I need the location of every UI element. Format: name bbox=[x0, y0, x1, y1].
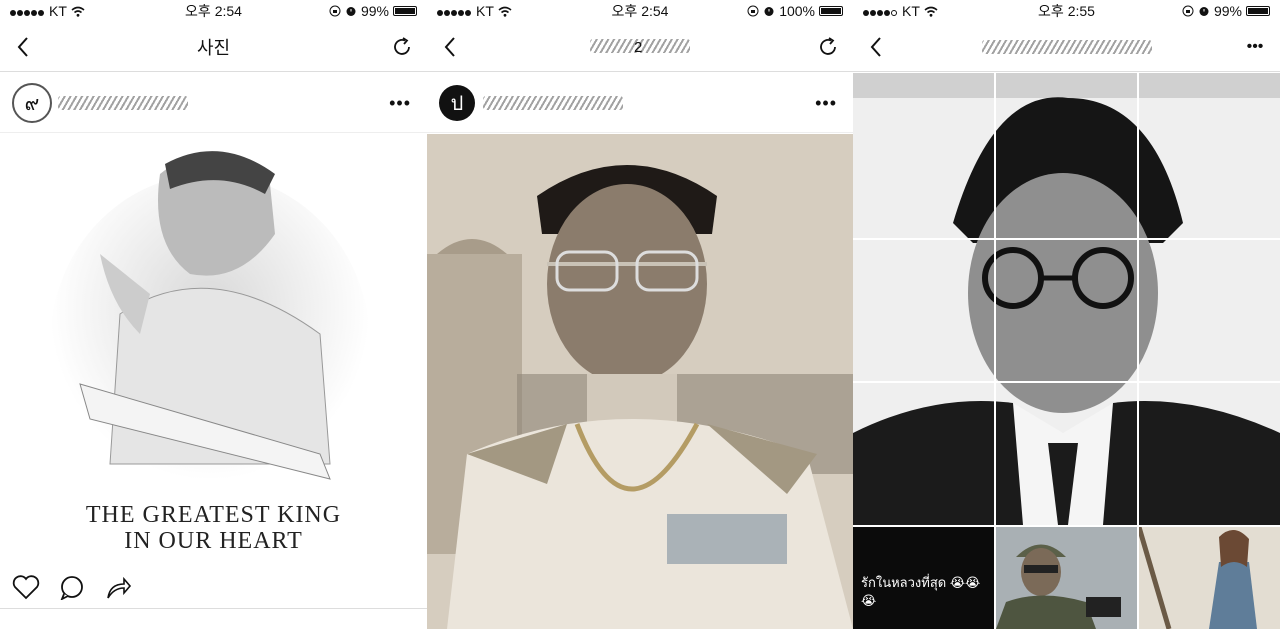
comment-icon[interactable] bbox=[58, 574, 86, 600]
more-icon: ••• bbox=[389, 93, 411, 113]
grid-thumb-3[interactable] bbox=[1139, 527, 1280, 629]
chevron-left-icon bbox=[444, 37, 455, 57]
rotation-lock-icon bbox=[747, 5, 759, 17]
nav-bar: 사진 bbox=[0, 22, 427, 72]
avatar[interactable]: ๙ bbox=[12, 82, 52, 123]
more-icon: ••• bbox=[815, 93, 837, 113]
battery-fill bbox=[395, 8, 415, 14]
signal-icon bbox=[437, 3, 472, 19]
heart-icon[interactable] bbox=[12, 574, 40, 600]
signal-icon bbox=[863, 3, 898, 19]
username-redacted[interactable] bbox=[58, 95, 188, 110]
share-icon[interactable] bbox=[104, 574, 132, 600]
screen-photo-post-2: KT 오후 2:54 100% 2 ป ••• bbox=[427, 0, 853, 629]
thumb-photo-2 bbox=[996, 527, 1137, 629]
battery-percent: 99% bbox=[1213, 3, 1242, 19]
title-redacted bbox=[981, 39, 1152, 54]
grid-thumb-1[interactable]: รักในหลวงที่สุด 😭😭😭 bbox=[853, 527, 994, 629]
back-button[interactable] bbox=[863, 34, 889, 60]
battery-icon bbox=[393, 6, 417, 16]
carrier: KT bbox=[902, 3, 920, 19]
wifi-icon bbox=[498, 6, 512, 17]
wifi-icon bbox=[924, 6, 938, 17]
post-photo[interactable]: THE GREATEST KING IN OUR HEART bbox=[0, 134, 427, 564]
nav-bar: 2 bbox=[427, 22, 853, 72]
thumb-caption: รักในหลวงที่สุด 😭😭😭 bbox=[861, 575, 981, 608]
battery-icon bbox=[819, 6, 843, 16]
alarm-icon bbox=[1199, 7, 1209, 16]
post-photo[interactable] bbox=[427, 134, 853, 629]
nav-bar: ••• bbox=[853, 22, 1280, 72]
back-button[interactable] bbox=[437, 34, 463, 60]
battery-percent: 99% bbox=[360, 3, 389, 19]
battery-fill bbox=[821, 8, 841, 14]
clock: 오후 2:55 bbox=[1038, 3, 1095, 19]
back-button[interactable] bbox=[10, 34, 36, 60]
post-header: ๙ ••• bbox=[0, 73, 427, 133]
rotation-lock-icon bbox=[1182, 5, 1194, 17]
portrait-photo bbox=[427, 134, 853, 629]
status-bar: KT 오후 2:54 100% bbox=[427, 0, 853, 22]
wifi-icon bbox=[71, 6, 85, 17]
status-bar: KT 오후 2:54 99% bbox=[0, 0, 427, 22]
portrait-bw bbox=[853, 73, 1280, 525]
more-button[interactable]: ••• bbox=[389, 93, 411, 114]
alarm-icon bbox=[346, 7, 356, 16]
carrier: KT bbox=[476, 3, 494, 19]
carrier: KT bbox=[49, 3, 67, 19]
username-redacted[interactable] bbox=[483, 95, 623, 110]
battery-fill bbox=[1248, 8, 1268, 14]
portrait-sketch bbox=[50, 151, 370, 514]
screen-photo-post-1: KT 오후 2:54 99% 사진 ๙ ••• THE GREATEST KIN… bbox=[0, 0, 427, 629]
refresh-button[interactable] bbox=[815, 34, 841, 60]
thumb-photo-3 bbox=[1139, 527, 1280, 629]
refresh-button[interactable] bbox=[389, 34, 415, 60]
post-header: ป ••• bbox=[427, 73, 853, 133]
clock: 오후 2:54 bbox=[185, 3, 242, 19]
signal-icon bbox=[10, 3, 45, 19]
headline-line-2: IN OUR HEART bbox=[124, 528, 303, 554]
clock: 오후 2:54 bbox=[611, 3, 669, 19]
page-title: 사진 bbox=[196, 37, 231, 58]
grid-thumb-2[interactable] bbox=[996, 527, 1137, 629]
refresh-icon bbox=[394, 37, 410, 55]
more-button[interactable]: ••• bbox=[815, 93, 837, 114]
avatar-glyph: ป bbox=[450, 92, 464, 115]
screen-grid-view: KT 오후 2:55 99% ••• รักในหลวงที่สุด 😭😭😭 bbox=[853, 0, 1280, 629]
battery-percent: 100% bbox=[779, 3, 815, 19]
alarm-icon bbox=[764, 7, 774, 16]
rotation-lock-icon bbox=[329, 5, 341, 17]
refresh-icon bbox=[820, 37, 836, 55]
chevron-left-icon bbox=[870, 37, 881, 57]
status-bar: KT 오후 2:55 99% bbox=[853, 0, 1280, 22]
more-button[interactable]: ••• bbox=[1242, 34, 1268, 60]
chevron-left-icon bbox=[17, 37, 28, 57]
more-icon: ••• bbox=[1246, 38, 1264, 55]
title-visible-char: 2 bbox=[634, 38, 643, 56]
post-actions bbox=[0, 565, 427, 609]
page-title: 2 bbox=[590, 37, 690, 57]
post-headline: THE GREATEST KING IN OUR HEART bbox=[0, 502, 427, 554]
battery-icon bbox=[1246, 6, 1270, 16]
grid-large-photo[interactable] bbox=[853, 73, 1280, 525]
headline-line-1: THE GREATEST KING bbox=[85, 502, 342, 528]
avatar-glyph: ๙ bbox=[24, 92, 40, 115]
avatar[interactable]: ป bbox=[439, 84, 475, 121]
